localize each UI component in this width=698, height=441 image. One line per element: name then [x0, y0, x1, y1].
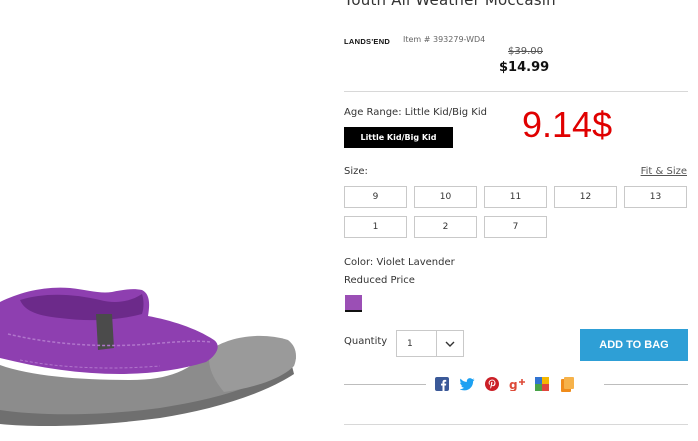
quantity-value: 1 [397, 331, 437, 356]
google-plus-icon[interactable]: g [509, 376, 525, 392]
size-option[interactable]: 7 [484, 216, 547, 238]
size-label: Size: [344, 166, 368, 177]
size-option[interactable]: 9 [344, 186, 407, 208]
share-icons: g [434, 376, 584, 392]
product-title: Youth All Weather Moccasin [344, 0, 556, 9]
size-option[interactable]: 13 [624, 186, 687, 208]
pinterest-icon[interactable] [484, 376, 500, 392]
size-option[interactable]: 12 [554, 186, 617, 208]
svg-text:g: g [509, 378, 518, 391]
divider [344, 384, 426, 385]
delicious-icon[interactable] [534, 376, 550, 392]
reduced-price-label: Reduced Price [344, 275, 415, 286]
divider [344, 424, 688, 425]
size-option[interactable]: 2 [414, 216, 477, 238]
divider [344, 91, 688, 92]
add-to-bag-button[interactable]: ADD TO BAG [580, 329, 688, 361]
shoe-image [0, 287, 296, 426]
age-range-label: Age Range: Little Kid/Big Kid [344, 107, 487, 118]
size-option[interactable]: 10 [414, 186, 477, 208]
divider [604, 384, 688, 385]
brand-logo: LANDS'END [344, 37, 391, 46]
size-option[interactable]: 11 [484, 186, 547, 208]
bookmark-icon[interactable] [559, 376, 575, 392]
fit-and-size-link[interactable]: Fit & Size [641, 166, 687, 177]
sale-price: $14.99 [499, 60, 550, 75]
price-annotation: 9.14$ [522, 104, 613, 145]
color-label: Color: Violet Lavender [344, 257, 455, 268]
chevron-down-icon[interactable] [437, 331, 463, 356]
original-price: $39.00 [508, 46, 543, 57]
quantity-label: Quantity [344, 336, 388, 347]
product-image [0, 270, 300, 441]
size-option[interactable]: 1 [344, 216, 407, 238]
age-range-option-selected[interactable]: Little Kid/Big Kid [344, 127, 453, 148]
color-swatch-violet-lavender[interactable] [345, 295, 362, 312]
twitter-icon[interactable] [459, 376, 475, 392]
item-number: Item # 393279-WD4 [403, 35, 486, 44]
facebook-icon[interactable] [434, 376, 450, 392]
quantity-select[interactable]: 1 [396, 330, 464, 357]
